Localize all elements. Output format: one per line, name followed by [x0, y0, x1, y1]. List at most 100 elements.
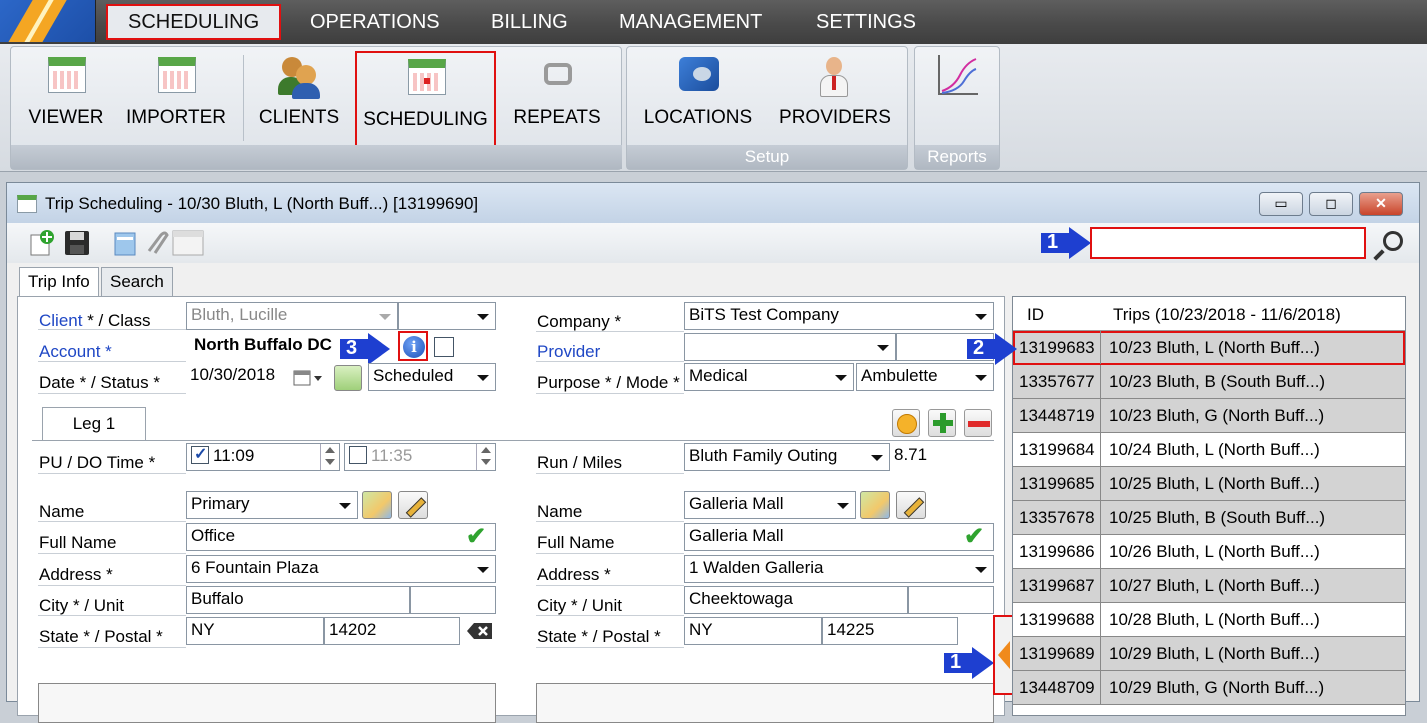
pickup-notes-grid[interactable] — [38, 683, 496, 723]
pickup-address-select[interactable]: 6 Fountain Plaza — [186, 555, 496, 583]
provider-link[interactable]: Provider — [537, 342, 600, 362]
importer-button[interactable]: IMPORTER — [121, 51, 231, 145]
providers-button[interactable]: PROVIDERS — [775, 51, 895, 145]
pickup-address-label: Address * — [39, 565, 113, 584]
menu-management[interactable]: MANAGEMENT — [599, 4, 782, 40]
status-select[interactable]: Scheduled — [368, 363, 496, 391]
pickup-postal-input[interactable]: 14202 — [324, 617, 460, 645]
col-id-header[interactable]: ID — [1027, 305, 1044, 325]
pickup-unit-input[interactable] — [410, 586, 496, 614]
pickup-time-value: 11:09 — [213, 446, 255, 465]
dropoff-map-icon[interactable] — [860, 491, 890, 519]
trip-description: 10/24 Bluth, L (North Buff...) — [1109, 440, 1320, 459]
calendar-dropdown-icon[interactable] — [292, 367, 326, 389]
account-value: North Buffalo DC — [190, 333, 350, 361]
tab-leg-1[interactable]: Leg 1 — [42, 407, 146, 441]
trip-info-panel: Client * / Class Bluth, Lucille Account … — [17, 296, 1005, 723]
add-leg-button[interactable] — [928, 409, 956, 437]
map-icon — [673, 51, 723, 101]
pickup-fullname-input[interactable]: Office — [186, 523, 496, 551]
mode-select[interactable]: Ambulette — [856, 363, 994, 391]
dropoff-city-input[interactable]: Cheektowaga — [684, 586, 908, 614]
trip-row[interactable]: 13199683 10/23 Bluth, L (North Buff...) — [1013, 331, 1405, 365]
scheduling-button[interactable]: SCHEDULING — [355, 51, 496, 153]
window-icon[interactable] — [171, 229, 205, 257]
dropoff-time-field[interactable]: 11:35 — [344, 443, 496, 471]
reports-chart-button[interactable] — [925, 51, 989, 145]
miles-field[interactable]: 8.71 — [890, 443, 994, 471]
paperclip-icon[interactable] — [141, 229, 169, 257]
menu-billing[interactable]: BILLING — [471, 4, 588, 40]
dropoff-postal-input[interactable]: 14225 — [822, 617, 958, 645]
pickup-name-select[interactable]: Primary — [186, 491, 358, 519]
dropoff-address-select[interactable]: 1 Walden Galleria — [684, 555, 994, 583]
search-icon[interactable] — [1373, 229, 1407, 261]
app-logo[interactable] — [0, 0, 96, 42]
pickup-time-field[interactable]: 11:09 — [186, 443, 340, 471]
dropoff-fullname-input[interactable]: Galleria Mall — [684, 523, 994, 551]
dropoff-edit-icon[interactable] — [896, 491, 926, 519]
search-input[interactable] — [1090, 227, 1366, 259]
folder-icon[interactable] — [111, 229, 139, 257]
check-icon: ✔ — [964, 523, 985, 550]
locations-button[interactable]: LOCATIONS — [639, 51, 757, 145]
trip-row[interactable]: 13199688 10/28 Bluth, L (North Buff...) — [1013, 603, 1405, 637]
pickup-edit-icon[interactable] — [398, 491, 428, 519]
close-button[interactable]: ✕ — [1359, 192, 1403, 216]
tab-search[interactable]: Search — [101, 267, 173, 297]
pickup-time-checkbox[interactable] — [191, 444, 209, 464]
dropoff-time-checkbox[interactable] — [349, 446, 367, 464]
clear-address-icon[interactable] — [466, 621, 494, 641]
swap-leg-button[interactable] — [892, 409, 920, 437]
dropoff-time-spinner[interactable] — [476, 444, 494, 470]
dropoff-notes-grid[interactable] — [536, 683, 994, 723]
trip-description: 10/26 Bluth, L (North Buff...) — [1109, 542, 1320, 561]
trip-row[interactable]: 13199689 10/29 Bluth, L (North Buff...) — [1013, 637, 1405, 671]
dropoff-state-input[interactable]: NY — [684, 617, 822, 645]
dropoff-unit-input[interactable] — [908, 586, 994, 614]
menu-operations[interactable]: OPERATIONS — [290, 4, 460, 40]
dropoff-time-value: 11:35 — [371, 446, 413, 465]
line-chart-icon — [932, 51, 982, 101]
tab-trip-info[interactable]: Trip Info — [19, 267, 99, 299]
client-select[interactable]: Bluth, Lucille — [186, 302, 398, 330]
save-icon[interactable] — [63, 229, 91, 257]
menu-scheduling[interactable]: SCHEDULING — [106, 4, 282, 40]
pickup-time-spinner[interactable] — [320, 444, 338, 470]
repeats-button[interactable]: REPEATS — [505, 51, 609, 145]
trip-row[interactable]: 13357678 10/25 Bluth, B (South Buff...) — [1013, 501, 1405, 535]
trip-row[interactable]: 13199685 10/25 Bluth, L (North Buff...) — [1013, 467, 1405, 501]
pickup-city-input[interactable]: Buffalo — [186, 586, 410, 614]
trip-row[interactable]: 13448709 10/29 Bluth, G (North Buff...) — [1013, 671, 1405, 705]
new-document-icon[interactable] — [27, 229, 55, 257]
menu-settings[interactable]: SETTINGS — [796, 4, 936, 40]
trip-row[interactable]: 13448719 10/23 Bluth, G (North Buff...) — [1013, 399, 1405, 433]
provider-select[interactable] — [684, 333, 896, 361]
company-select[interactable]: BiTS Test Company — [684, 302, 994, 330]
trip-row[interactable]: 13199684 10/24 Bluth, L (North Buff...) — [1013, 433, 1405, 467]
run-select[interactable]: Bluth Family Outing — [684, 443, 890, 471]
dropoff-name-select[interactable]: Galleria Mall — [684, 491, 856, 519]
class-select[interactable] — [398, 302, 496, 330]
trip-row[interactable]: 13357677 10/23 Bluth, B (South Buff...) — [1013, 365, 1405, 399]
pickup-state-input[interactable]: NY — [186, 617, 324, 645]
col-trips-header[interactable]: Trips (10/23/2018 - 11/6/2018) — [1113, 305, 1341, 325]
pickup-map-icon[interactable] — [362, 491, 392, 519]
account-info-button[interactable]: i — [398, 331, 428, 361]
client-link[interactable]: Client — [39, 311, 82, 330]
viewer-label: VIEWER — [28, 107, 104, 128]
ribbon-group-reports: Reports — [914, 46, 1000, 170]
purpose-select[interactable]: Medical — [684, 363, 854, 391]
remove-leg-button[interactable] — [964, 409, 992, 437]
trip-row[interactable]: 13199687 10/27 Bluth, L (North Buff...) — [1013, 569, 1405, 603]
clients-button[interactable]: CLIENTS — [253, 51, 345, 145]
viewer-button[interactable]: VIEWER — [25, 51, 107, 145]
restore-button[interactable]: ◻ — [1309, 192, 1353, 216]
annotation-arrow-3: 3 — [340, 333, 392, 365]
account-link[interactable]: Account * — [39, 342, 112, 362]
trip-description: 10/23 Bluth, G (North Buff...) — [1109, 406, 1325, 425]
account-checkbox[interactable] — [434, 337, 454, 357]
minimize-button[interactable]: ▭ — [1259, 192, 1303, 216]
refresh-status-icon[interactable] — [334, 365, 362, 391]
trip-row[interactable]: 13199686 10/26 Bluth, L (North Buff...) — [1013, 535, 1405, 569]
